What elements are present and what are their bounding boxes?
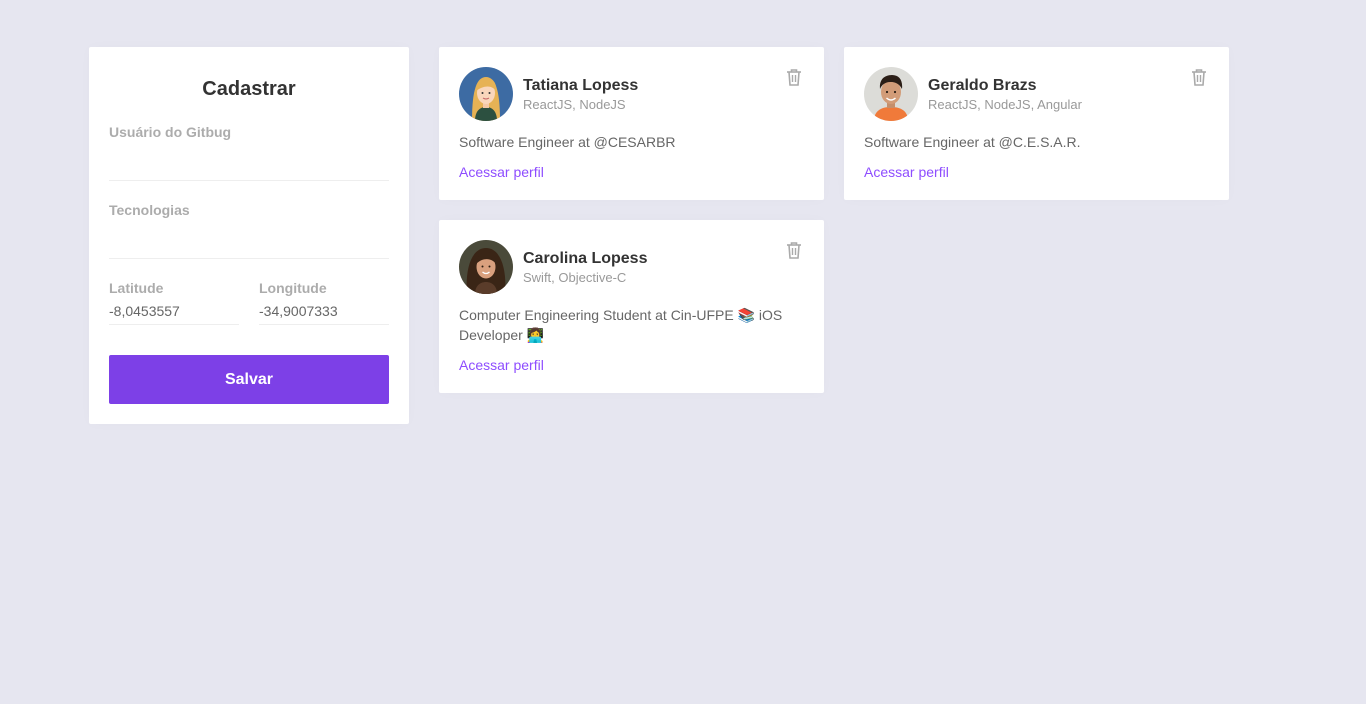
coordinates-group: Latitude Longitude [109, 279, 389, 325]
user-info: Tatiana Lopess ReactJS, NodeJS [523, 76, 638, 113]
save-button[interactable]: Salvar [109, 355, 389, 404]
dev-card: Tatiana Lopess ReactJS, NodeJS Software … [439, 47, 824, 200]
dev-techs: ReactJS, NodeJS [523, 96, 626, 112]
avatar-photo-woman [459, 240, 513, 294]
register-form-card: Cadastrar Usuário do Gitbug Tecnologias … [89, 47, 409, 424]
avatar [864, 67, 918, 121]
techs-input[interactable] [109, 219, 389, 259]
dev-card-header: Tatiana Lopess ReactJS, NodeJS [459, 67, 804, 121]
dev-techs: ReactJS, NodeJS, Angular [928, 96, 1082, 112]
github-user-field: Usuário do Gitbug [109, 123, 389, 181]
dev-card: Geraldo Brazs ReactJS, NodeJS, Angular S… [844, 47, 1229, 200]
app-root: Cadastrar Usuário do Gitbug Tecnologias … [0, 0, 1366, 704]
github-user-label: Usuário do Gitbug [109, 124, 232, 140]
trash-icon[interactable] [784, 67, 804, 87]
dev-bio: Computer Engineering Student at Cin-UFPE… [459, 307, 783, 343]
user-info: Geraldo Brazs ReactJS, NodeJS, Angular [928, 76, 1082, 113]
profile-link[interactable]: Acessar perfil [459, 355, 544, 375]
dev-card-header: Geraldo Brazs ReactJS, NodeJS, Angular [864, 67, 1209, 121]
techs-label: Tecnologias [109, 202, 190, 218]
avatar-photo-man [864, 67, 918, 121]
dev-card: Carolina Lopess Swift, Objective-C Compu… [439, 220, 824, 393]
latitude-input[interactable] [109, 297, 239, 325]
latitude-field: Latitude [109, 279, 239, 325]
techs-field: Tecnologias [109, 201, 389, 259]
dev-name: Tatiana Lopess [523, 76, 639, 94]
longitude-input[interactable] [259, 297, 389, 325]
trash-icon[interactable] [1189, 67, 1209, 87]
dev-card-header: Carolina Lopess Swift, Objective-C [459, 240, 804, 294]
form-title: Cadastrar [202, 78, 296, 100]
dev-name: Carolina Lopess [523, 249, 648, 267]
dev-bio: Software Engineer at @CESARBR [459, 134, 676, 150]
trash-icon[interactable] [784, 240, 804, 260]
github-user-input[interactable] [109, 141, 389, 181]
dev-techs: Swift, Objective-C [523, 269, 627, 285]
user-info: Carolina Lopess Swift, Objective-C [523, 249, 647, 286]
profile-link[interactable]: Acessar perfil [459, 162, 544, 182]
avatar [459, 67, 513, 121]
avatar-illustration-woman [459, 67, 513, 121]
latitude-label: Latitude [109, 280, 164, 296]
profile-link[interactable]: Acessar perfil [864, 162, 949, 182]
avatar [459, 240, 513, 294]
longitude-label: Longitude [259, 280, 327, 296]
longitude-field: Longitude [259, 279, 389, 325]
dev-name: Geraldo Brazs [928, 76, 1037, 94]
dev-bio: Software Engineer at @C.E.S.A.R. [864, 134, 1081, 150]
